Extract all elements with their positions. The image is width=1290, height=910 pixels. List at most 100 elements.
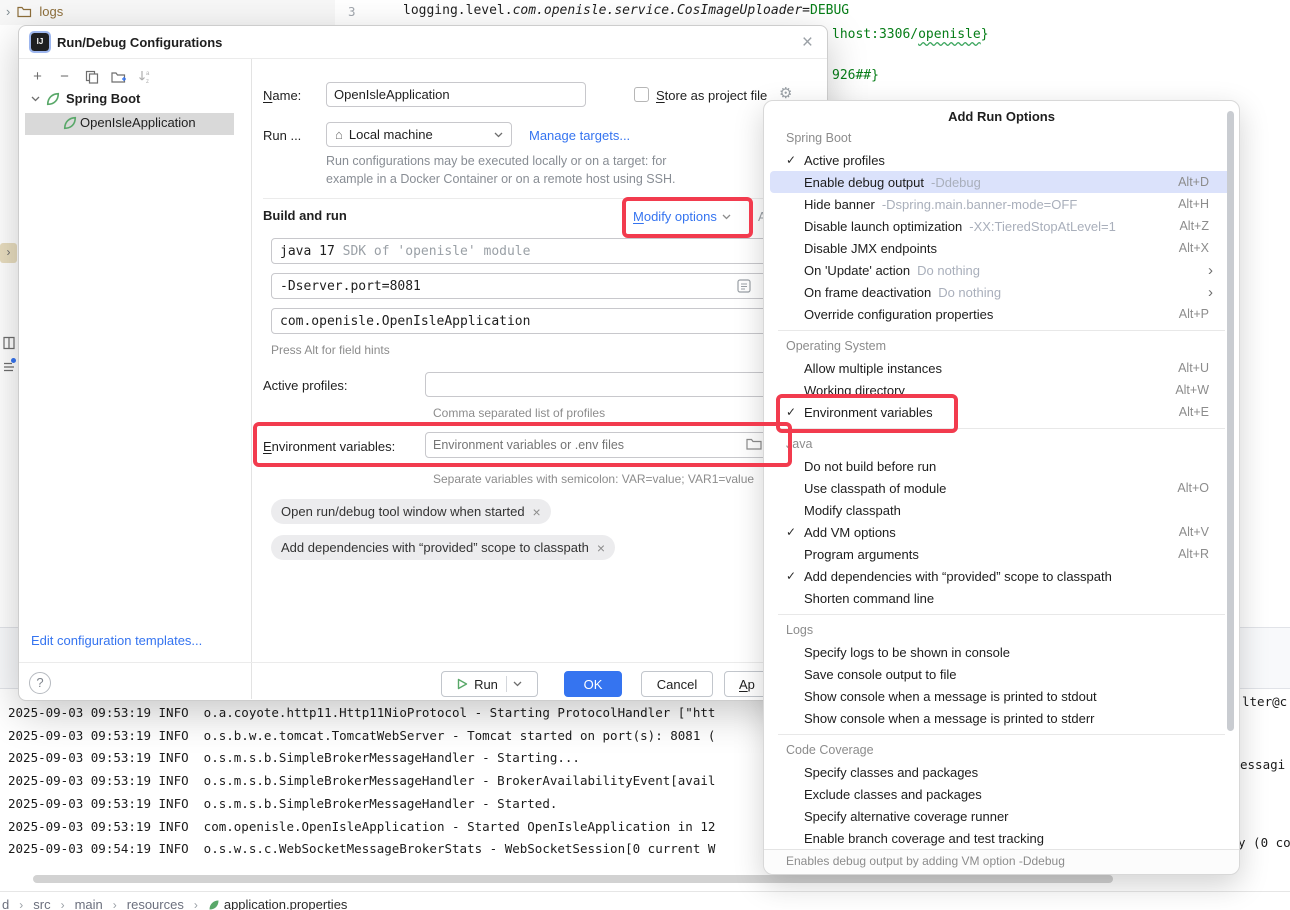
run-button[interactable]: Run [441,671,538,697]
folder-icon [17,5,32,18]
menu-item[interactable] [764,325,1239,335]
menu-item[interactable]: ✓ Add dependencies with “provided” scope… [770,565,1233,587]
project-item-label: logs [39,4,63,19]
active-profiles-input[interactable] [425,372,811,397]
menu-item[interactable]: Allow multiple instances Alt+U [770,357,1233,379]
expand-field-icon[interactable] [736,278,752,294]
menu-item-label: Add VM options [804,525,896,540]
chevron-down-icon[interactable] [513,681,522,687]
add-configuration-button[interactable]: + [29,68,46,85]
store-as-project-file-checkbox[interactable] [634,87,649,102]
breadcrumb-item[interactable]: resources› [127,897,200,910]
menu-item[interactable]: Modify classpath [770,499,1233,521]
menu-item[interactable]: Specify alternative coverage runner [770,805,1233,827]
menu-item[interactable]: Show console when a message is printed t… [770,685,1233,707]
jdk-field[interactable]: java 17 SDK of 'openisle' module [271,238,811,264]
menu-item[interactable] [764,729,1239,739]
menu-item[interactable]: ✓ Add VM options Alt+V [770,521,1233,543]
book-icon[interactable] [2,336,16,350]
menu-item[interactable]: Spring Boot [770,127,1233,149]
breadcrumb-item[interactable]: main› [75,897,119,910]
menu-item[interactable]: Save console output to file [770,663,1233,685]
copy-configuration-button[interactable] [83,68,100,85]
breadcrumb-item[interactable]: d› [2,897,25,910]
menu-item[interactable]: ✓ Active profiles [770,149,1233,171]
menu-item[interactable]: Show console when a message is printed t… [770,707,1233,729]
cancel-button[interactable]: Cancel [641,671,713,697]
main-class-field[interactable]: com.openisle.OpenIsleApplication [271,308,811,334]
breadcrumb-leaf[interactable]: application.properties [208,897,348,910]
stripe-chevron-button[interactable]: › [0,243,17,263]
menu-item-label: Code Coverage [786,743,874,757]
menu-item[interactable]: Enable branch coverage and test tracking [770,827,1233,849]
store-as-project-file-label: Store as project file [656,88,767,103]
menu-item[interactable]: On frame deactivation Do nothing › [770,281,1233,303]
breadcrumb-item[interactable]: src› [33,897,66,910]
menu-item[interactable]: Specify classes and packages [770,761,1233,783]
menu-item[interactable]: Override configuration properties Alt+P [770,303,1233,325]
modify-options-link[interactable]: Modify options [633,209,731,224]
name-label: Name: [263,88,301,103]
code-value: DEBUG [810,3,849,18]
help-button[interactable]: ? [29,672,51,694]
tag-chip[interactable]: Open run/debug tool window when started× [271,499,551,524]
name-input[interactable] [326,82,586,107]
chevron-down-icon [494,132,503,138]
menu-item[interactable]: Java [770,433,1233,455]
section-divider [263,198,827,199]
browse-folder-icon[interactable] [746,437,762,451]
sort-configurations-button[interactable]: az [137,68,154,85]
menu-item[interactable]: Code Coverage [770,739,1233,761]
remove-configuration-button[interactable]: − [56,68,73,85]
menu-item[interactable]: Operating System [770,335,1233,357]
tree-group-spring-boot[interactable]: Spring Boot [31,91,140,106]
menu-item-label: Allow multiple instances [804,361,942,376]
vm-options-field[interactable]: -Dserver.port=8081 [271,273,811,299]
manage-targets-link[interactable]: Manage targets... [529,128,630,143]
menu-item[interactable]: Logs [770,619,1233,641]
menu-item-shortcut: Alt+X [1179,241,1209,255]
remove-tag-icon[interactable]: × [533,504,541,520]
chevron-down-icon [722,214,731,220]
submenu-arrow-icon: › [1208,263,1213,278]
svg-text:z: z [146,79,149,84]
menu-item[interactable]: Specify logs to be shown in console [770,641,1233,663]
menu-item-label: Show console when a message is printed t… [804,711,1095,726]
notification-dot [11,358,16,363]
menu-item[interactable]: On 'Update' action Do nothing › [770,259,1233,281]
editor-code-line: logging.level.com.openisle.service.CosIm… [403,3,849,18]
intellij-logo-icon: IJ [31,33,49,51]
menu-item[interactable]: Working directory Alt+W [770,379,1233,401]
ok-button[interactable]: OK [564,671,622,697]
new-folder-button[interactable] [110,68,127,85]
chevron-right-icon: › [113,898,117,910]
menu-item[interactable] [764,423,1239,433]
tag-chip[interactable]: Add dependencies with “provided” scope t… [271,535,615,560]
menu-item[interactable]: Do not build before run [770,455,1233,477]
menu-item-label: On 'Update' action [804,263,910,278]
remove-tag-icon[interactable]: × [597,540,605,556]
menu-item[interactable]: Enable debug output -Ddebug Alt+D [770,171,1233,193]
menu-item-label: Exclude classes and packages [804,787,982,802]
close-icon[interactable]: × [802,32,813,54]
menu-item[interactable] [764,609,1239,619]
edit-configuration-templates-link[interactable]: Edit configuration templates... [31,633,202,648]
popup-scrollbar[interactable] [1227,111,1234,731]
menu-item[interactable]: Disable JMX endpoints Alt+X [770,237,1233,259]
project-tree-item-logs[interactable]: › logs [6,4,63,19]
ide-root: › logs 3 logging.level.com.openisle.serv… [0,0,1290,910]
tree-item-openisleapplication[interactable]: OpenIsleApplication [63,115,196,130]
menu-item[interactable]: Disable launch optimization -XX:TieredSt… [770,215,1233,237]
profiles-hint: Comma separated list of profiles [433,406,605,420]
menu-item[interactable]: ✓ Environment variables Alt+E [770,401,1233,423]
menu-item[interactable]: Hide banner -Dspring.main.banner-mode=OF… [770,193,1233,215]
run-target-select[interactable]: ⌂ Local machine [326,122,512,147]
menu-item[interactable]: Use classpath of module Alt+O [770,477,1233,499]
menu-item-label: Program arguments [804,547,919,562]
add-run-options-popup: Add Run Options Spring Boot ✓ Active pro… [763,100,1240,875]
horizontal-scrollbar[interactable] [33,875,1113,883]
menu-item[interactable]: Shorten command line [770,587,1233,609]
menu-item[interactable]: Program arguments Alt+R [770,543,1233,565]
menu-item[interactable]: Exclude classes and packages [770,783,1233,805]
menu-item-label: Modify classpath [804,503,901,518]
